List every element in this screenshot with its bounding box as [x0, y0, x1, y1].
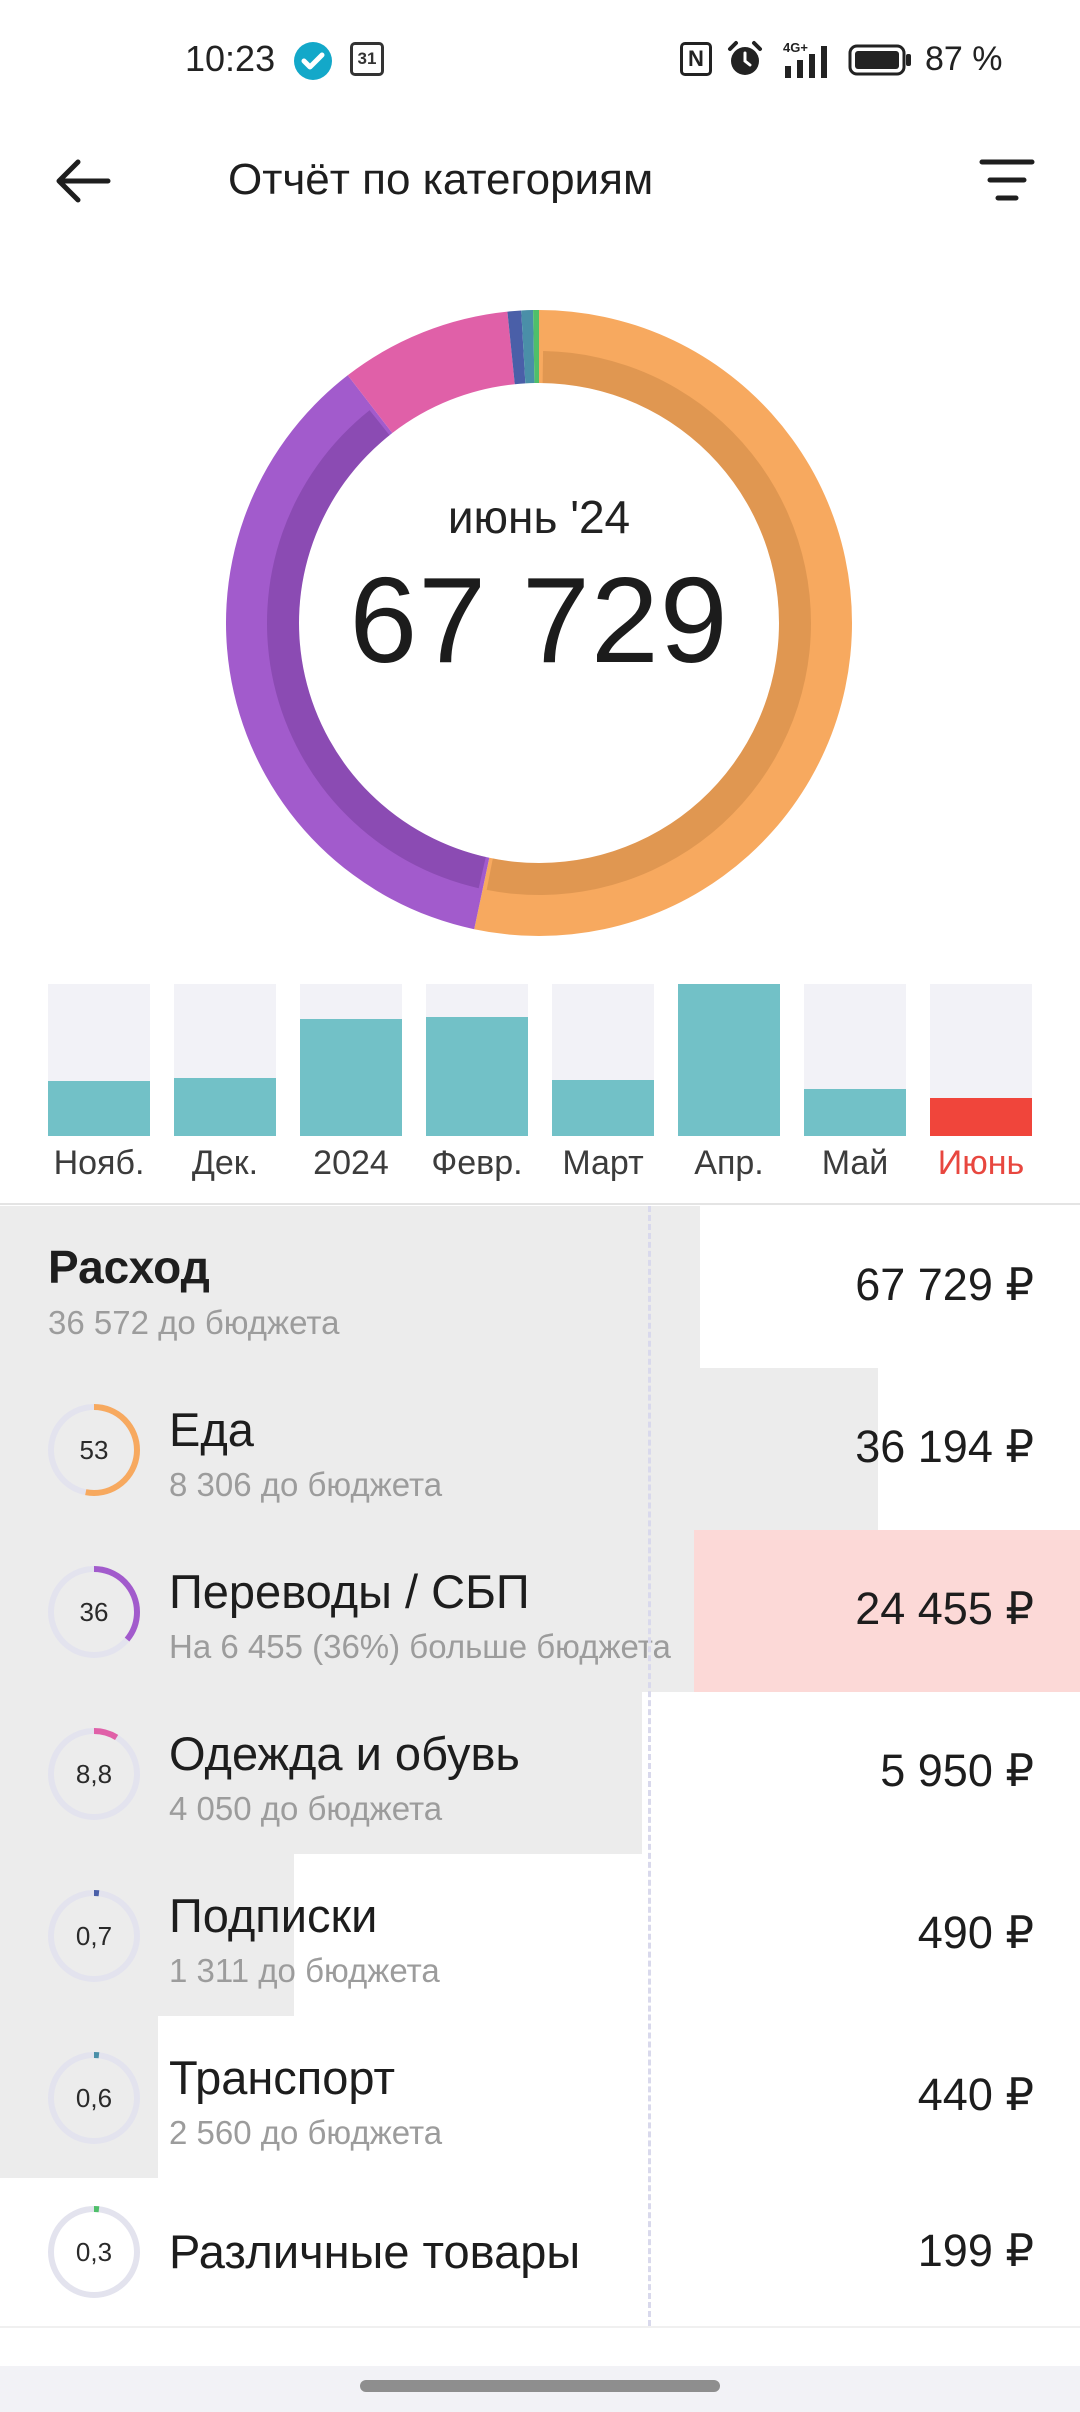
filter-icon	[979, 159, 1035, 201]
category-percent: 36	[79, 1597, 109, 1627]
category-amount: 199 ₽	[917, 2225, 1034, 2276]
page-title: Отчёт по категориям	[228, 155, 654, 204]
category-row-clothes[interactable]: 8,8 Одежда и обувь 4 050 до бюджета 5 95…	[0, 1692, 1080, 1856]
month-bar-fill	[678, 984, 780, 1136]
month-label: 2024	[313, 1144, 389, 1182]
month-label: Май	[821, 1144, 889, 1182]
total-expense-row[interactable]: Расход 36 572 до бюджета 67 729 ₽	[0, 1206, 1080, 1370]
category-donut-chart[interactable]: июнь '24 67 729	[226, 310, 852, 936]
battery-percent: 87 %	[925, 40, 1003, 78]
month-bar-fill	[300, 1019, 402, 1136]
category-name: Еда	[169, 1403, 254, 1456]
status-time: 10:23	[185, 38, 276, 79]
month-bar[interactable]	[804, 984, 906, 1136]
category-amount: 24 455 ₽	[855, 1583, 1034, 1634]
month-bar-fill	[804, 1089, 906, 1136]
category-name: Подписки	[169, 1889, 378, 1942]
category-budget-status: 8 306 до бюджета	[169, 1466, 443, 1503]
expense-title: Расход	[48, 1241, 210, 1293]
category-name: Транспорт	[169, 2051, 396, 2104]
category-row-transfers[interactable]: 36 Переводы / СБП На 6 455 (36%) больше …	[0, 1530, 1080, 1694]
month-label: Дек.	[191, 1144, 259, 1182]
month-label: Апр.	[694, 1144, 764, 1182]
check-icon	[294, 42, 332, 80]
month-bar[interactable]	[930, 984, 1032, 1136]
divider	[0, 1203, 1080, 1205]
month-bar[interactable]	[678, 984, 780, 1136]
nfc-icon: N	[680, 42, 712, 76]
category-row-transport[interactable]: 0,6 Транспорт 2 560 до бюджета 440 ₽	[0, 2016, 1080, 2180]
category-name: Одежда и обувь	[169, 1727, 520, 1780]
category-percent: 0,6	[75, 2083, 113, 2113]
home-indicator[interactable]	[360, 2380, 720, 2392]
donut-total: 67 729	[349, 552, 729, 688]
category-budget-status: 4 050 до бюджета	[169, 1790, 443, 1827]
month-bar[interactable]	[552, 984, 654, 1136]
category-percent: 53	[79, 1435, 109, 1465]
month-bar-fill	[930, 1098, 1032, 1136]
category-budget-status: 1 311 до бюджета	[169, 1952, 440, 1989]
filter-button[interactable]	[976, 152, 1038, 212]
month-label: Февр.	[431, 1144, 523, 1182]
category-percent: 0,7	[75, 1921, 113, 1951]
status-bar: 10:23 31 N 4G+ 87 %	[0, 0, 1080, 120]
month-label: Июнь	[937, 1144, 1025, 1182]
category-percent: 8,8	[75, 1759, 113, 1789]
category-amount: 5 950 ₽	[880, 1745, 1034, 1796]
budget-marker-line	[648, 1206, 651, 2326]
month-bar[interactable]	[174, 984, 276, 1136]
category-amount: 490 ₽	[917, 1907, 1034, 1958]
signal-icon: 4G+	[783, 40, 835, 80]
arrow-left-icon	[56, 159, 111, 203]
expense-budget-left: 36 572 до бюджета	[48, 1304, 340, 1341]
category-name: Переводы / СБП	[169, 1565, 530, 1618]
month-bar-fill	[426, 1017, 528, 1136]
category-budget-status: 2 560 до бюджета	[169, 2114, 443, 2151]
category-row-food[interactable]: 53 Еда 8 306 до бюджета 36 194 ₽	[0, 1368, 1080, 1532]
month-bar-fill	[174, 1078, 276, 1136]
month-label: Нояб.	[53, 1144, 145, 1182]
category-name: Различные товары	[169, 2225, 581, 2278]
category-amount: 440 ₽	[917, 2069, 1034, 2120]
monthly-bars: Нояб. Дек. 2024 Февр. Март Апр. Май Июнь	[0, 984, 1080, 1184]
calendar-icon: 31	[350, 42, 384, 76]
month-bar[interactable]	[48, 984, 150, 1136]
battery-icon	[848, 44, 912, 76]
month-label: Март	[562, 1144, 644, 1182]
month-bar[interactable]	[300, 984, 402, 1136]
category-row-misc-goods[interactable]: 0,3 Различные товары 199 ₽	[0, 2178, 1080, 2328]
network-type-label: 4G+	[783, 40, 808, 55]
category-amount: 36 194 ₽	[855, 1421, 1034, 1472]
category-percent: 0,3	[75, 2237, 113, 2267]
month-bar-fill	[552, 1080, 654, 1136]
expense-amount: 67 729 ₽	[855, 1259, 1034, 1310]
donut-period: июнь '24	[447, 491, 631, 543]
category-budget-status: На 6 455 (36%) больше бюджета	[169, 1628, 671, 1665]
alarm-icon	[726, 40, 764, 78]
month-bar[interactable]	[426, 984, 528, 1136]
back-button[interactable]	[48, 146, 118, 216]
category-row-subscriptions[interactable]: 0,7 Подписки 1 311 до бюджета 490 ₽	[0, 1854, 1080, 2018]
month-bar-fill	[48, 1081, 150, 1136]
